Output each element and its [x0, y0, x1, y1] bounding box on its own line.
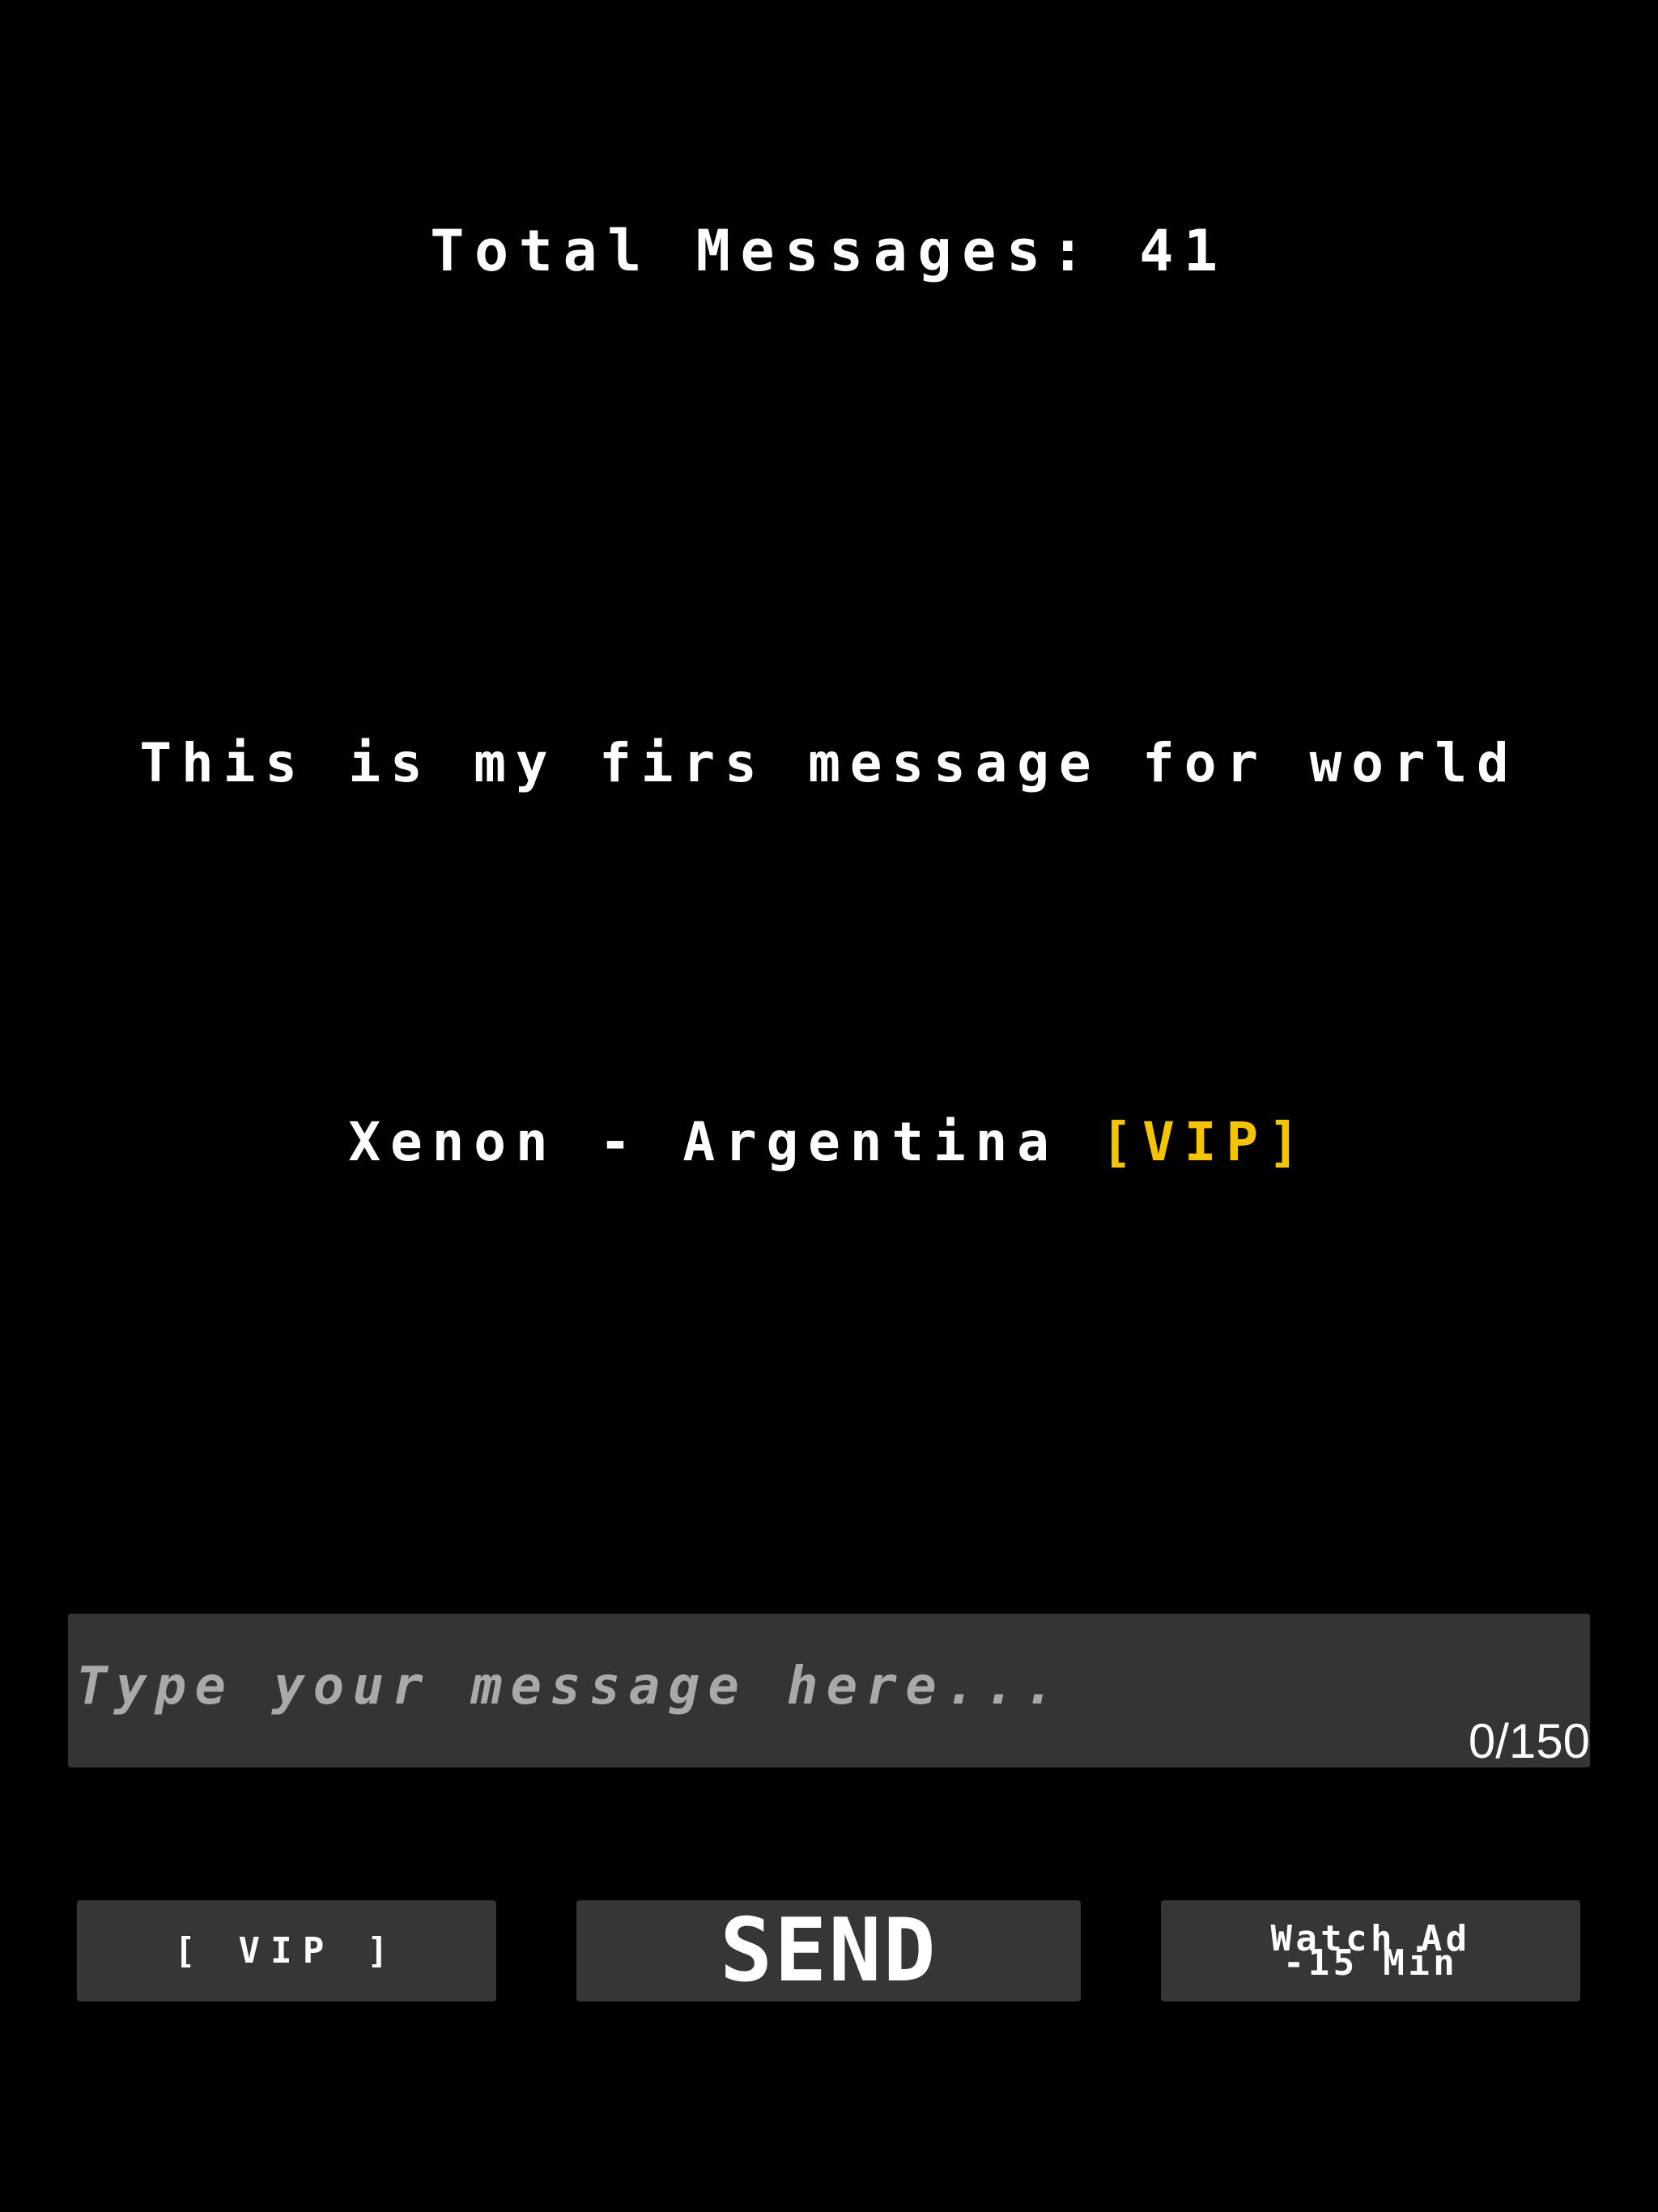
message-input[interactable] — [68, 1614, 1590, 1727]
watch-ad-reward-label: -15 Min — [1282, 1942, 1459, 1984]
current-message-text: This is my firs message for world — [139, 732, 1519, 794]
watch-ad-button[interactable]: Watch Ad -15 Min — [1161, 1900, 1580, 2001]
send-button[interactable]: SEND — [576, 1900, 1081, 2001]
total-messages-header: Total Messages: 41 — [0, 223, 1658, 279]
vip-button[interactable]: [ VIP ] — [77, 1900, 496, 2001]
message-composer: 0/150 — [68, 1614, 1590, 1767]
total-messages-count: 41 — [1139, 218, 1228, 284]
message-author: Xenon - Argentina — [348, 1111, 1059, 1173]
char-counter: 0/150 — [1468, 1714, 1590, 1768]
total-messages-label: Total Messages: — [430, 218, 1095, 284]
vip-badge: [VIP] — [1100, 1111, 1310, 1173]
message-author-line: Xenon - Argentina [VIP] — [0, 1116, 1658, 1169]
